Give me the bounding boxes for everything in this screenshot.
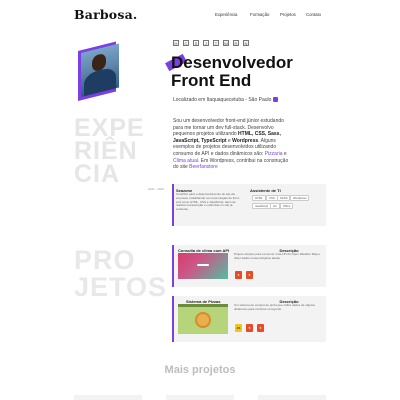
sass-icon: S — [193, 40, 199, 46]
project-tech-icons: JS 5 5 — [235, 324, 264, 332]
experience-card: Seazone Contribuí para o desenvolvimento… — [172, 184, 326, 226]
link-pizzaria[interactable]: Pizzaria — [265, 151, 283, 157]
html5-icon: H — [173, 40, 179, 46]
html5-icon: 5 — [257, 324, 264, 332]
javascript-icon: J — [203, 40, 209, 46]
html5-icon: 5 — [246, 271, 253, 279]
experience-role: Assistente de TI — [250, 188, 281, 193]
more-project-card[interactable] — [74, 395, 142, 400]
project-description: Projeto simples para consumir uma API do… — [234, 252, 321, 260]
css3-icon: C — [183, 40, 189, 46]
skill-chip: CSS — [266, 195, 278, 201]
pizza-icon — [195, 312, 211, 328]
profile-photo — [78, 41, 119, 101]
html5-icon: 5 — [246, 324, 253, 332]
section-title-experiencia: EXPE RIÊN CIA — [74, 114, 145, 188]
react-icon: R — [233, 40, 239, 46]
skill-chip: Wordpress — [290, 195, 310, 201]
top-nav: Barbosa. Experiência Formação Projetos C… — [0, 0, 400, 34]
site-logo[interactable]: Barbosa. — [74, 7, 137, 22]
more-project-card[interactable] — [166, 395, 234, 400]
skill-chip: SASS — [277, 195, 291, 201]
skill-chip: JavaScript — [252, 203, 272, 209]
nav-link-formacao[interactable]: Formação — [250, 12, 269, 17]
project-description: Um sistema de compra de pizza que utiliz… — [234, 303, 315, 311]
section-title-projetos: PRO JETOS — [74, 245, 168, 302]
html5-icon: 5 — [235, 271, 242, 279]
skill-chip: HTML — [252, 195, 266, 201]
skill-chip: Git — [270, 203, 280, 209]
project-tech-icons: 5 5 — [235, 271, 253, 279]
hero-title-line1: Desenvolvedor — [171, 53, 293, 72]
javascript-icon: JS — [235, 324, 242, 332]
hero-title-line2: Front End — [171, 70, 252, 90]
project-thumbnail[interactable] — [178, 253, 228, 279]
nav-link-contato[interactable]: Contato — [306, 12, 321, 17]
bio-paragraph: Sou um desenvolvedor front-end júnior es… — [173, 118, 289, 171]
link-beerfanstore[interactable]: Beerfanstore — [189, 164, 218, 170]
tech-icons-row: H C S J T W R N — [173, 40, 249, 46]
project-card-pizzas[interactable]: Sistema de Pizzas Descrição Um sistema d… — [172, 296, 326, 342]
project-card-clima[interactable]: Consulta de clima com API Descrição Proj… — [172, 245, 326, 287]
wordpress-icon: W — [223, 40, 229, 46]
node-icon: N — [243, 40, 249, 46]
link-clima-atual[interactable]: Clima atual — [173, 158, 198, 164]
location-pin-icon — [273, 97, 279, 102]
skill-chip: Office — [280, 203, 294, 209]
location-text: Localizado em Itaquaquecetuba - São Paul… — [173, 97, 279, 103]
typescript-icon: T — [213, 40, 219, 46]
nav-link-projetos[interactable]: Projetos — [280, 12, 296, 17]
hero-title: Desenvolvedor Front End — [171, 54, 293, 89]
nav-link-experiencia[interactable]: Experiência — [215, 12, 237, 17]
more-projects-title: Mais projetos — [164, 364, 236, 376]
project-thumbnail[interactable] — [178, 304, 228, 334]
more-project-card[interactable] — [258, 395, 326, 400]
experience-description: Contribuí para o desenvolvimento do site… — [176, 192, 240, 212]
experience-date: 2021 - 2022 — [148, 187, 165, 191]
